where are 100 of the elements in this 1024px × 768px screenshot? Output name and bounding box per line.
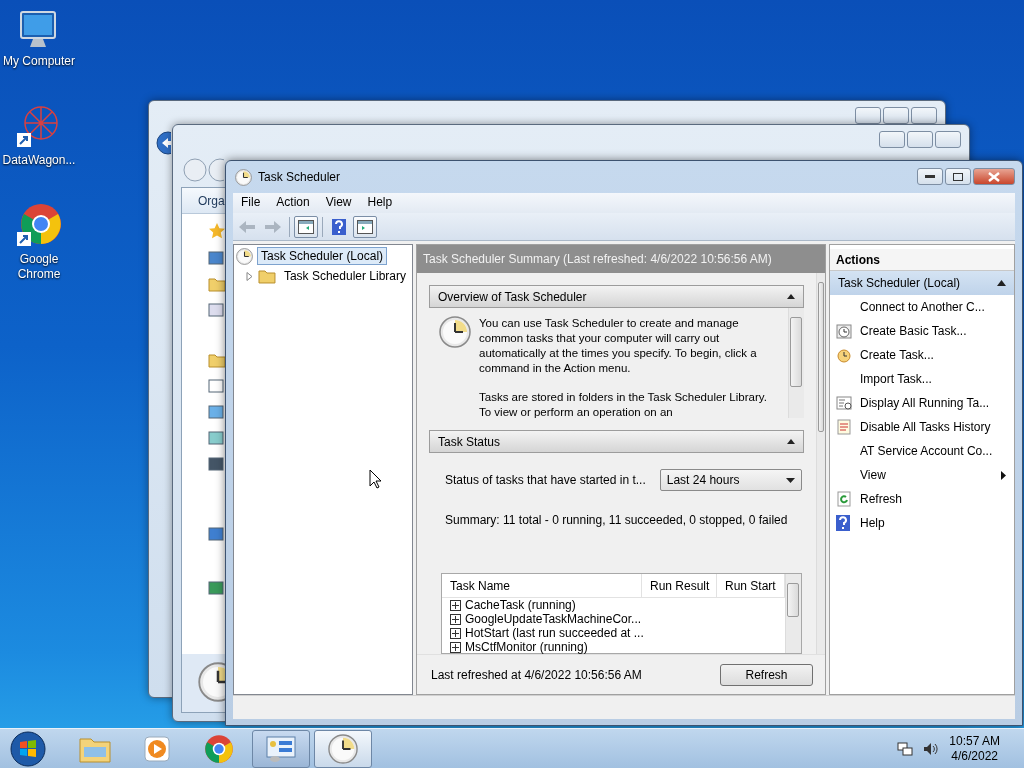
- tree-item[interactable]: Task Scheduler Library: [279, 267, 410, 285]
- desktop-icon-label[interactable]: DataWagon...: [2, 153, 76, 168]
- submenu-arrow-icon: [1001, 470, 1006, 480]
- column-header[interactable]: Task Name: [442, 574, 642, 598]
- plus-box-icon[interactable]: [450, 641, 461, 653]
- clock-icon: [236, 247, 253, 265]
- task-command[interactable]: Disable All Tasks History: [830, 415, 1014, 439]
- task-name[interactable]: CacheTask (running): [465, 598, 576, 612]
- taskbar-button[interactable]: [314, 729, 372, 768]
- overview-text: Tasks are stored in folders in the Task Scheduler Library. To view or perform an operation on an: [479, 390, 768, 418]
- minimize-button[interactable]: [917, 168, 943, 185]
- menu-item[interactable]: Action: [268, 193, 318, 213]
- maximize-button[interactable]: [945, 168, 971, 185]
- close-button[interactable]: [935, 131, 961, 148]
- close-button[interactable]: [973, 168, 1015, 185]
- notepad-icon: [836, 419, 852, 435]
- status-summary: Summary: 11 total - 0 running, 11 succeeded, 0 stopped, 0 failed: [445, 513, 788, 527]
- time-range-dropdown[interactable]: Last 24 hours: [659, 469, 802, 491]
- pane-icon: [298, 219, 314, 234]
- document-icon: [208, 378, 224, 394]
- tree-item[interactable]: Task Scheduler (Local): [257, 247, 388, 265]
- help-icon: [332, 218, 346, 235]
- star-icon: [208, 222, 226, 240]
- back-arrow-icon: [238, 219, 256, 234]
- chrome-icon: [204, 733, 234, 764]
- plus-box-icon[interactable]: [450, 599, 461, 611]
- clock-icon: [836, 323, 852, 339]
- music-icon: [208, 404, 224, 420]
- collapse-icon[interactable]: [786, 294, 795, 299]
- actions-title: Actions: [830, 249, 1014, 271]
- group-title: Task Scheduler (Local): [838, 276, 961, 290]
- desktop-icon-label[interactable]: My Computer: [3, 54, 75, 69]
- task-name[interactable]: HotStart (last run succeeded at ...: [465, 626, 644, 640]
- collapse-icon[interactable]: [997, 280, 1006, 286]
- folder-icon: [208, 276, 226, 292]
- menu-item[interactable]: File: [233, 193, 269, 213]
- task-name[interactable]: MsCtfMonitor (running): [465, 640, 588, 654]
- task-command[interactable]: AT Service Account Co...: [830, 439, 1014, 463]
- close-icon: [988, 171, 1000, 182]
- column-header[interactable]: Run Start: [717, 574, 785, 598]
- task-command[interactable]: Display All Running Ta...: [830, 391, 1014, 415]
- task-command[interactable]: Create Basic Task...: [830, 319, 1014, 343]
- menu-item[interactable]: View: [317, 193, 360, 213]
- collapse-icon[interactable]: [786, 439, 795, 444]
- back-arrow-button[interactable]: [156, 131, 171, 155]
- start-button[interactable]: [9, 729, 47, 768]
- scrollbar[interactable]: [815, 273, 825, 654]
- task-command[interactable]: Refresh: [830, 487, 1014, 511]
- mouse-pointer-icon: [369, 469, 382, 489]
- task-command[interactable]: Create Task...: [830, 343, 1014, 367]
- expand-arrow-icon[interactable]: [246, 271, 254, 281]
- clock-icon: [235, 168, 252, 186]
- refresh-button[interactable]: Refresh: [720, 663, 813, 686]
- section-title: Task Status: [438, 434, 501, 449]
- list-clock-icon: [836, 395, 852, 411]
- clock-icon: [439, 316, 471, 348]
- maximize-icon: [953, 172, 963, 181]
- clock-icon: [836, 347, 852, 363]
- clock-time[interactable]: 10:57 AM: [949, 734, 1000, 748]
- plus-box-icon[interactable]: [450, 613, 461, 625]
- help-icon: [836, 515, 850, 531]
- clock-date[interactable]: 4/6/2022: [951, 749, 998, 763]
- section-header[interactable]: Overview of Task Scheduler: [429, 285, 804, 308]
- folder-icon: [208, 352, 226, 368]
- task-command[interactable]: Import Task...: [830, 367, 1014, 391]
- window-title: Task Scheduler: [258, 170, 341, 184]
- minimize-icon: [925, 174, 935, 179]
- monitor-icon: [208, 250, 224, 266]
- scrollbar[interactable]: [787, 308, 804, 418]
- picture-icon: [208, 430, 224, 446]
- overview-text: You can use Task Scheduler to create and manage common tasks that your computer will carry out automatically at the times you specify. To begin, click a command in the Action menu.: [479, 316, 758, 376]
- filter-label: Status of tasks that have started in t...: [445, 473, 646, 487]
- pane-icon: [357, 219, 373, 234]
- control-panel-icon: [265, 734, 297, 763]
- network-icon[interactable]: [897, 740, 914, 757]
- task-command[interactable]: View: [830, 463, 1014, 487]
- section-header[interactable]: Task Status: [429, 430, 804, 453]
- action-pane-button[interactable]: [353, 215, 377, 238]
- tree-pane-button[interactable]: [294, 215, 318, 238]
- network-icon: [208, 580, 224, 596]
- last-refreshed-text: Last refreshed at 4/6/2022 10:56:56 AM: [431, 667, 642, 682]
- close-button[interactable]: [911, 107, 937, 124]
- play-icon: [143, 734, 171, 763]
- menu-item[interactable]: Help: [359, 193, 401, 213]
- section-title: Overview of Task Scheduler: [438, 289, 587, 304]
- summary-header: Task Scheduler Summary (Last refreshed: 4/6/2022 10:56:56 AM): [417, 245, 825, 273]
- task-command[interactable]: Help: [830, 511, 1014, 535]
- column-header[interactable]: Run Result: [642, 574, 717, 598]
- taskbar-button[interactable]: [252, 729, 310, 768]
- actions-group-header[interactable]: Task Scheduler (Local): [830, 271, 1014, 295]
- dropdown-arrow-icon: [785, 477, 795, 483]
- task-command[interactable]: Connect to Another C...: [830, 295, 1014, 319]
- computer-icon: [208, 526, 224, 542]
- clock-icon: [328, 733, 358, 764]
- plus-box-icon[interactable]: [450, 627, 461, 639]
- scrollbar[interactable]: [784, 574, 801, 653]
- refresh-icon: [836, 491, 852, 507]
- task-name[interactable]: GoogleUpdateTaskMachineCor...: [465, 612, 642, 626]
- toolbar-label[interactable]: Orga: [198, 193, 225, 208]
- desktop-icon-label[interactable]: Google Chrome: [0, 252, 78, 282]
